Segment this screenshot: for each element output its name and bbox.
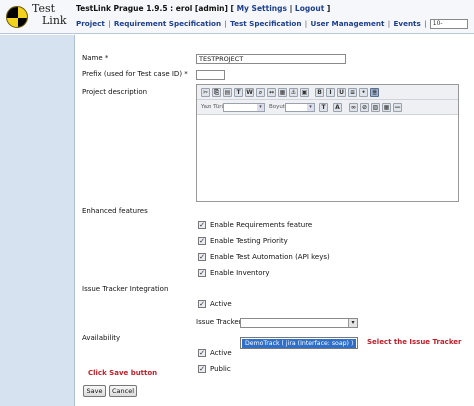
name-input[interactable]: TESTPROJECT: [196, 54, 346, 64]
size-label: Boyut: [269, 104, 286, 110]
feature-inventory-row[interactable]: ✓ Enable Inventory: [198, 269, 270, 279]
cut-icon[interactable]: ✂: [201, 88, 210, 97]
unlink-icon[interactable]: ⊘: [360, 103, 369, 112]
availability-public-row[interactable]: ✓ Public: [198, 365, 231, 375]
text-color-icon[interactable]: T: [319, 103, 328, 112]
menu-events[interactable]: Events: [393, 19, 420, 28]
insert-image-icon[interactable]: ▧: [371, 103, 380, 112]
requirements-checkbox[interactable]: ✓: [198, 221, 206, 229]
top-header: Test Link TestLink Prague 1.9.5 : erol […: [0, 0, 474, 34]
bullet-list-icon[interactable]: •: [359, 88, 368, 97]
requirements-label: Enable Requirements feature: [210, 221, 313, 229]
issue-active-checkbox[interactable]: ✓: [198, 300, 206, 308]
availability-active-checkbox[interactable]: ✓: [198, 349, 206, 357]
align-icon[interactable]: ≣: [370, 88, 379, 97]
font-select[interactable]: ▾: [223, 103, 265, 112]
public-label: Public: [210, 365, 231, 373]
cancel-button[interactable]: Cancel: [109, 385, 137, 397]
priority-label: Enable Testing Priority: [210, 237, 288, 245]
logo-line-2: Link: [42, 14, 67, 27]
size-select[interactable]: ▾: [285, 103, 315, 112]
left-sidebar: [0, 35, 75, 406]
logout-link[interactable]: Logout: [295, 4, 324, 13]
issue-active-row[interactable]: ✓ Active: [198, 300, 232, 310]
availability-active-label: Active: [210, 349, 232, 357]
logo-icon: [6, 6, 28, 28]
testcase-search-input[interactable]: 10-: [429, 19, 468, 29]
find-icon[interactable]: ⌕: [256, 88, 265, 97]
chevron-down-icon[interactable]: ▾: [348, 319, 357, 327]
feature-priority-row[interactable]: ✓ Enable Testing Priority: [198, 237, 288, 247]
menu-project[interactable]: Project: [76, 19, 105, 28]
ordered-list-icon[interactable]: ≡: [348, 88, 357, 97]
image-icon[interactable]: ▣: [300, 88, 309, 97]
select-all-icon[interactable]: ▦: [278, 88, 287, 97]
description-label: Project description: [82, 88, 148, 96]
font-label: Yazı Türü: [201, 104, 225, 110]
paste-text-icon[interactable]: T: [234, 88, 243, 97]
app-title: TestLink Prague 1.9.5 : erol [admin] [ M…: [76, 4, 331, 13]
paste-word-icon[interactable]: W: [245, 88, 254, 97]
inventory-checkbox[interactable]: ✓: [198, 269, 206, 277]
issue-tracker-integration-label: Issue Tracker Integration: [82, 285, 169, 293]
name-label: Name *: [82, 54, 109, 62]
italic-icon[interactable]: I: [326, 88, 335, 97]
app-title-text: TestLink Prague 1.9.5 : erol [admin]: [76, 4, 228, 13]
issue-tracker-option[interactable]: DemoTrack ( jira (Interface: soap) ): [242, 339, 356, 348]
copy-icon[interactable]: ⎘: [212, 88, 221, 97]
select-issue-tracker-annotation: Select the Issue Tracker: [367, 338, 462, 346]
prefix-input[interactable]: [196, 70, 225, 80]
feature-requirements-row[interactable]: ✓ Enable Requirements feature: [198, 221, 312, 231]
underline-icon[interactable]: U: [337, 88, 346, 97]
editor-toolbar-row-1: ✂ ⎘ ▤ T W ⌕ ↔ ▦ ⚓ ▣ B I U ≡ • ≣: [197, 85, 458, 100]
priority-checkbox[interactable]: ✓: [198, 237, 206, 245]
background-color-icon[interactable]: A: [333, 103, 342, 112]
automation-checkbox[interactable]: ✓: [198, 253, 206, 261]
inventory-label: Enable Inventory: [210, 269, 270, 277]
table-icon[interactable]: ▦: [382, 103, 391, 112]
description-text-area[interactable]: [197, 116, 458, 201]
public-checkbox[interactable]: ✓: [198, 365, 206, 373]
replace-icon[interactable]: ↔: [267, 88, 276, 97]
testlink-logo[interactable]: Test Link: [4, 2, 70, 34]
project-description-editor[interactable]: ✂ ⎘ ▤ T W ⌕ ↔ ▦ ⚓ ▣ B I U ≡ • ≣ Yazı Tür…: [196, 84, 459, 202]
main-menu: Project | Requirement Specification | Te…: [76, 19, 474, 29]
menu-requirement-specification[interactable]: Requirement Specification: [114, 19, 221, 28]
feature-automation-row[interactable]: ✓ Enable Test Automation (API keys): [198, 253, 330, 263]
issue-tracker-dropdown: DemoTrack ( jira (Interface: soap) ): [240, 337, 358, 349]
anchor-icon[interactable]: ⚓: [289, 88, 298, 97]
issue-tracker-label: Issue Tracker: [196, 318, 242, 326]
issue-active-label: Active: [210, 300, 232, 308]
link-icon[interactable]: ∞: [349, 103, 358, 112]
prefix-label: Prefix (used for Test case ID) *: [82, 70, 188, 78]
enhanced-features-label: Enhanced features: [82, 207, 148, 215]
bold-icon[interactable]: B: [315, 88, 324, 97]
click-save-annotation: Click Save button: [88, 369, 158, 377]
logo-text: Test Link: [32, 3, 67, 27]
my-settings-link[interactable]: My Settings: [237, 4, 287, 13]
availability-active-row[interactable]: ✓ Active: [198, 349, 232, 359]
horizontal-rule-icon[interactable]: —: [393, 103, 402, 112]
menu-user-management[interactable]: User Management: [311, 19, 385, 28]
editor-toolbar-row-2: Yazı Türü ▾ Boyut ▾ T A ∞ ⊘ ▧ ▦ —: [197, 100, 458, 115]
save-button[interactable]: Save: [83, 385, 106, 397]
issue-tracker-select[interactable]: ▾: [240, 318, 358, 328]
menu-test-specification[interactable]: Test Specification: [230, 19, 301, 28]
automation-label: Enable Test Automation (API keys): [210, 253, 330, 261]
availability-label: Availability: [82, 334, 121, 342]
paste-icon[interactable]: ▤: [223, 88, 232, 97]
